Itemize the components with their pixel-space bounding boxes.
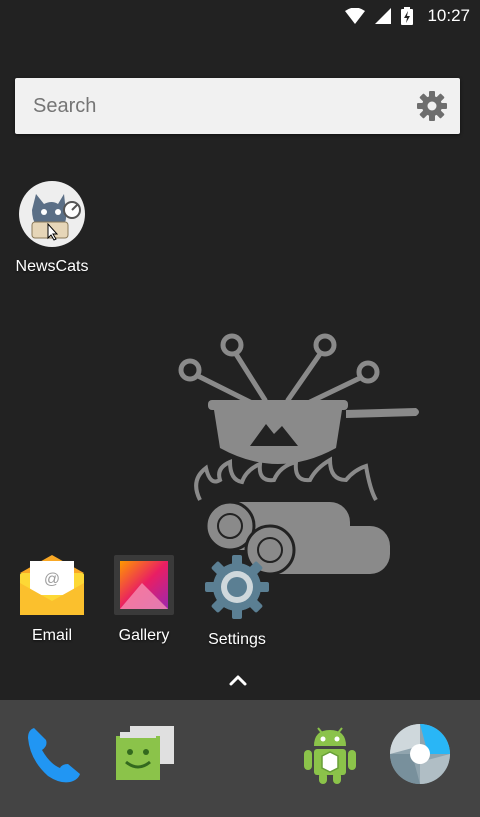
status-bar: 10:27 bbox=[0, 0, 480, 32]
search-input[interactable] bbox=[33, 78, 393, 134]
app-email[interactable]: @ Email bbox=[7, 553, 97, 645]
wallpaper-illustration bbox=[178, 333, 419, 576]
chevron-up-icon[interactable] bbox=[228, 672, 248, 688]
signal-icon bbox=[375, 8, 392, 24]
app-settings[interactable]: Settings bbox=[192, 553, 282, 649]
email-icon: @ bbox=[20, 555, 84, 615]
wifi-icon bbox=[345, 8, 366, 24]
app-label-newscats: NewsCats bbox=[15, 258, 89, 275]
search-bar[interactable] bbox=[15, 78, 460, 134]
app-newscats[interactable]: NewsCats bbox=[7, 180, 97, 276]
settings-icon bbox=[205, 555, 269, 619]
app-label-email: Email bbox=[31, 627, 72, 644]
battery-charging-icon bbox=[401, 7, 414, 25]
gallery-icon bbox=[114, 555, 174, 615]
app-label-gallery: Gallery bbox=[118, 627, 170, 644]
android-icon[interactable] bbox=[298, 722, 362, 786]
newscats-icon bbox=[19, 181, 85, 247]
app-label-settings: Settings bbox=[208, 631, 266, 648]
dock bbox=[0, 700, 480, 817]
svg-text:@: @ bbox=[44, 571, 60, 588]
app-gallery[interactable]: Gallery bbox=[99, 553, 189, 645]
camera-icon[interactable] bbox=[388, 722, 452, 786]
status-icons: 10:27 bbox=[345, 6, 470, 26]
phone-icon[interactable] bbox=[22, 722, 86, 786]
gear-icon[interactable] bbox=[416, 90, 448, 122]
messaging-icon[interactable] bbox=[112, 722, 176, 786]
status-time: 10:27 bbox=[427, 6, 470, 25]
